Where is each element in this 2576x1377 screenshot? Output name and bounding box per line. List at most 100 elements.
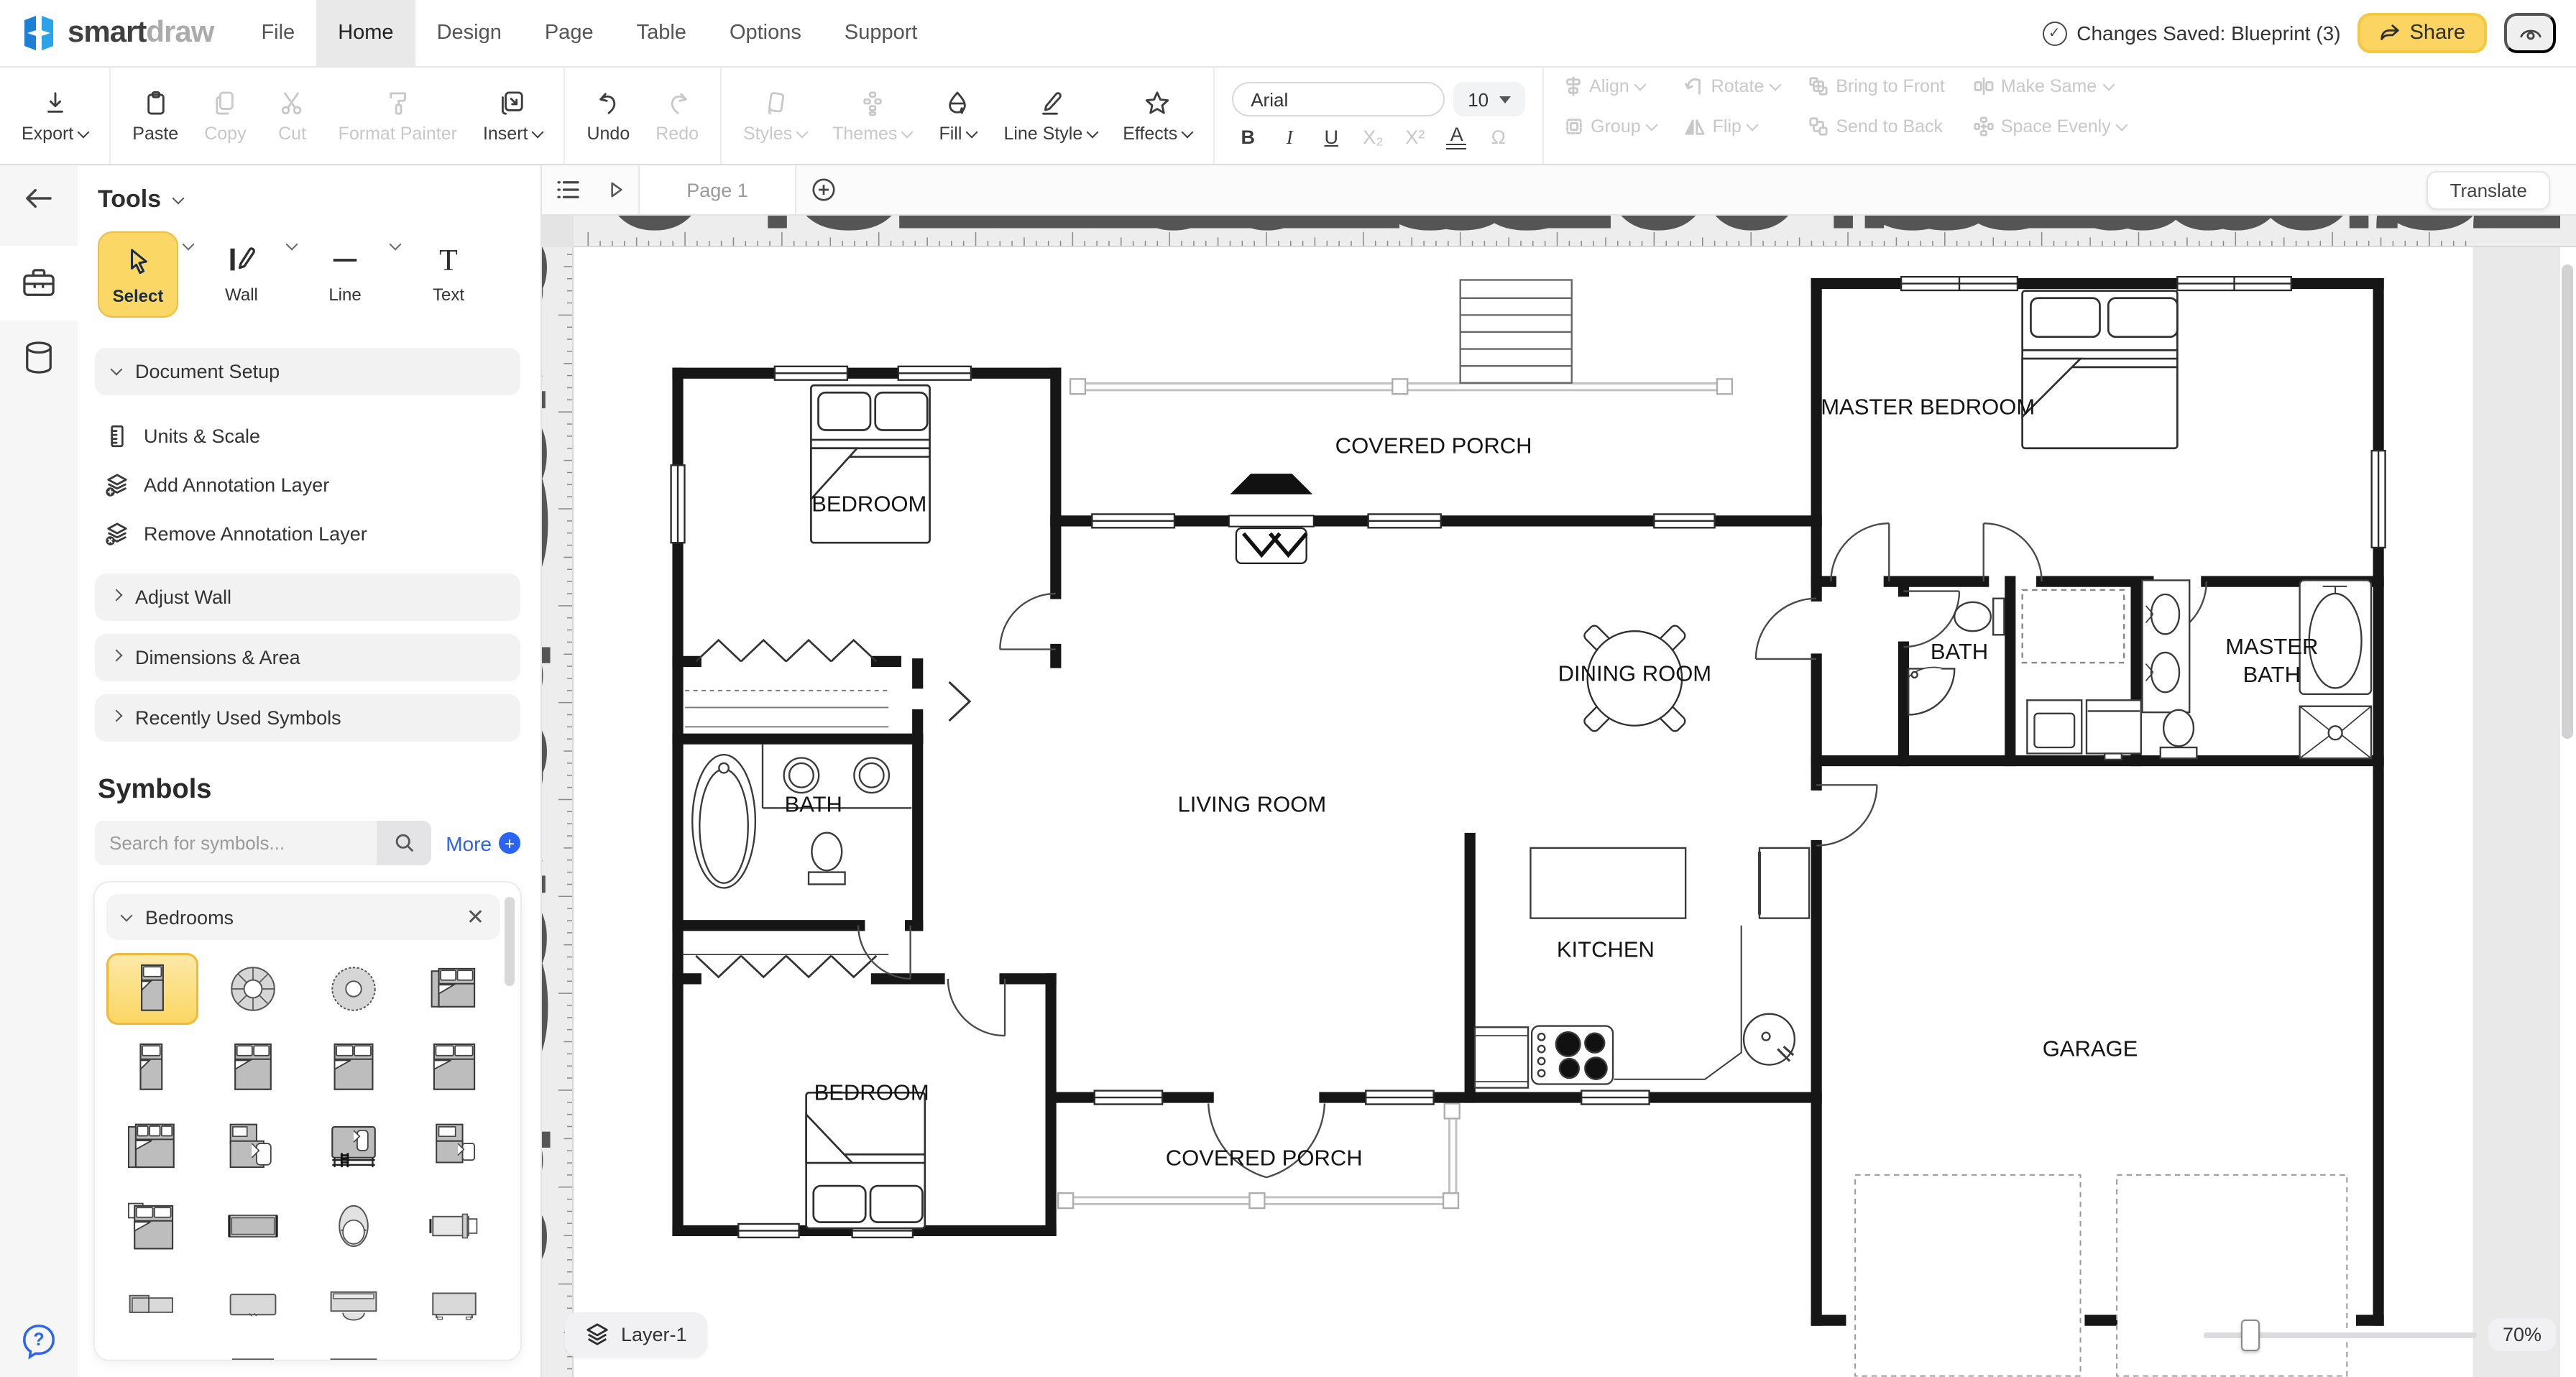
symbol-dresser[interactable] (207, 1269, 299, 1341)
symbol-search-input[interactable] (95, 821, 377, 865)
symbol-bunk-bed[interactable] (308, 1111, 400, 1183)
rail-tab-tools[interactable] (0, 246, 78, 321)
symbol-dresser-with-mirror[interactable] (308, 1269, 400, 1341)
wall-tool-button[interactable]: Wall (201, 231, 282, 315)
page-tab[interactable]: Page 1 (638, 165, 796, 214)
layer-label: Layer-1 (621, 1324, 687, 1345)
paste-button[interactable]: Paste (119, 68, 191, 164)
menu-item-page[interactable]: Page (523, 0, 615, 66)
special-character-button[interactable]: Ω (1489, 126, 1509, 148)
expand-pages-button[interactable] (595, 165, 638, 214)
font-family-input[interactable] (1232, 82, 1445, 116)
wall-tool-chevron-icon[interactable] (286, 239, 298, 251)
symbol-corner-bed[interactable] (207, 1111, 299, 1183)
adjust-wall-section[interactable]: Adjust Wall (95, 574, 520, 621)
canvas-vertical-scrollbar[interactable] (2560, 247, 2575, 1377)
menu-item-file[interactable]: File (239, 0, 316, 66)
add-annotation-layer-item[interactable]: Add Annotation Layer (104, 460, 520, 509)
text-tool-button[interactable]: T Text (408, 231, 489, 315)
document-setup-section[interactable]: Document Setup (95, 348, 520, 395)
share-button[interactable]: Share (2358, 13, 2487, 53)
styles-button[interactable]: Styles (730, 68, 819, 164)
bring-to-front-button[interactable]: Bring to Front (1808, 75, 1944, 97)
align-button[interactable]: Align (1563, 75, 1657, 97)
units-scale-item[interactable]: Units & Scale (104, 411, 520, 460)
zoom-slider[interactable] (2204, 1332, 2477, 1337)
symbol-chest-2[interactable] (308, 1348, 400, 1360)
more-symbols-link[interactable]: More + (446, 832, 520, 855)
send-to-back-button[interactable]: Send to Back (1808, 116, 1944, 137)
symbol-group-header[interactable]: Bedrooms ✕ (106, 894, 500, 940)
collapse-panel-button[interactable] (23, 185, 55, 211)
symbol-panel-scrollbar[interactable] (505, 897, 515, 986)
select-tool-button[interactable]: Select (98, 231, 178, 318)
rail-tab-data[interactable] (0, 321, 78, 395)
symbol-round-bed-sectioned[interactable] (207, 953, 299, 1025)
smartdraw-logo[interactable]: smartdraw (0, 0, 239, 66)
symbol-cradle[interactable] (308, 1190, 400, 1262)
symbol-queen-bed[interactable] (308, 1032, 400, 1104)
recently-used-symbols-section[interactable]: Recently Used Symbols (95, 694, 520, 742)
symbol-double-bed-2[interactable] (106, 1190, 198, 1262)
underline-button[interactable]: U (1321, 126, 1341, 148)
zoom-slider-handle[interactable] (2241, 1319, 2260, 1350)
symbol-wardrobe[interactable] (408, 1269, 500, 1341)
export-button[interactable]: Export (9, 68, 101, 164)
font-color-button[interactable]: A (1447, 125, 1467, 149)
add-page-button[interactable] (796, 165, 851, 214)
insert-button[interactable]: Insert (470, 68, 556, 164)
line-tool-chevron-icon[interactable] (390, 239, 402, 251)
italic-button[interactable]: I (1279, 126, 1300, 149)
redo-button[interactable]: Redo (643, 68, 712, 164)
superscript-button[interactable]: X² (1405, 126, 1425, 148)
present-button[interactable] (2504, 13, 2556, 53)
symbol-chest[interactable] (207, 1348, 299, 1360)
page-list-button[interactable] (542, 165, 595, 214)
symbol-bed-with-side-table[interactable] (408, 1111, 500, 1183)
fill-button[interactable]: Fill (924, 68, 990, 164)
symbol-single-bed[interactable] (106, 953, 198, 1025)
translate-button[interactable]: Translate (2427, 171, 2550, 210)
line-style-button[interactable]: Line Style (990, 68, 1110, 164)
symbol-king-bed-2[interactable] (106, 1111, 198, 1183)
floor-plan-page[interactable]: BEDROOMCOVERED PORCHMASTER BEDROOMBATHLI… (574, 247, 2576, 1377)
subscript-button[interactable]: X₂ (1363, 126, 1384, 148)
symbol-double-bed-offset[interactable] (408, 953, 500, 1025)
tools-title-chevron-icon[interactable] (172, 192, 185, 204)
line-tool-button[interactable]: Line (305, 231, 385, 315)
symbol-round-bed[interactable] (308, 953, 400, 1025)
rotate-button[interactable]: Rotate (1685, 75, 1780, 97)
logo-text-light: draw (146, 16, 213, 49)
font-size-value: 10 (1468, 88, 1489, 110)
layer-selector[interactable]: Layer-1 (565, 1312, 707, 1357)
themes-button[interactable]: Themes (819, 68, 924, 164)
menu-item-options[interactable]: Options (708, 0, 823, 66)
select-tool-chevron-icon[interactable] (183, 239, 195, 251)
copy-button[interactable]: Copy (191, 68, 259, 164)
remove-annotation-layer-item[interactable]: Remove Annotation Layer (104, 509, 520, 558)
menu-item-table[interactable]: Table (615, 0, 708, 66)
symbol-rollaway-bed[interactable] (408, 1190, 500, 1262)
symbol-king-bed[interactable] (408, 1032, 500, 1104)
menu-item-home[interactable]: Home (316, 0, 415, 66)
flip-button[interactable]: Flip (1685, 116, 1780, 137)
symbol-search-button[interactable] (377, 821, 431, 865)
undo-button[interactable]: Undo (574, 68, 643, 164)
symbol-twin-bed[interactable] (106, 1032, 198, 1104)
bold-button[interactable]: B (1238, 126, 1258, 148)
menu-item-design[interactable]: Design (415, 0, 523, 66)
cut-button[interactable]: Cut (259, 68, 326, 164)
help-button[interactable]: ? (0, 1322, 78, 1360)
dimensions-area-section[interactable]: Dimensions & Area (95, 634, 520, 681)
close-symbol-group-icon[interactable]: ✕ (466, 904, 484, 930)
make-same-button[interactable]: Make Same (1974, 75, 2127, 97)
symbol-double-bed[interactable] (207, 1032, 299, 1104)
menu-item-support[interactable]: Support (823, 0, 939, 66)
symbol-dresser-2-drawer[interactable] (106, 1269, 198, 1341)
format-painter-button[interactable]: Format Painter (326, 68, 470, 164)
symbol-day-bed[interactable] (207, 1190, 299, 1262)
space-evenly-button[interactable]: Space Evenly (1974, 116, 2127, 137)
font-size-select[interactable]: 10 (1453, 82, 1524, 116)
effects-button[interactable]: Effects (1110, 68, 1205, 164)
group-button[interactable]: Group (1563, 116, 1657, 137)
